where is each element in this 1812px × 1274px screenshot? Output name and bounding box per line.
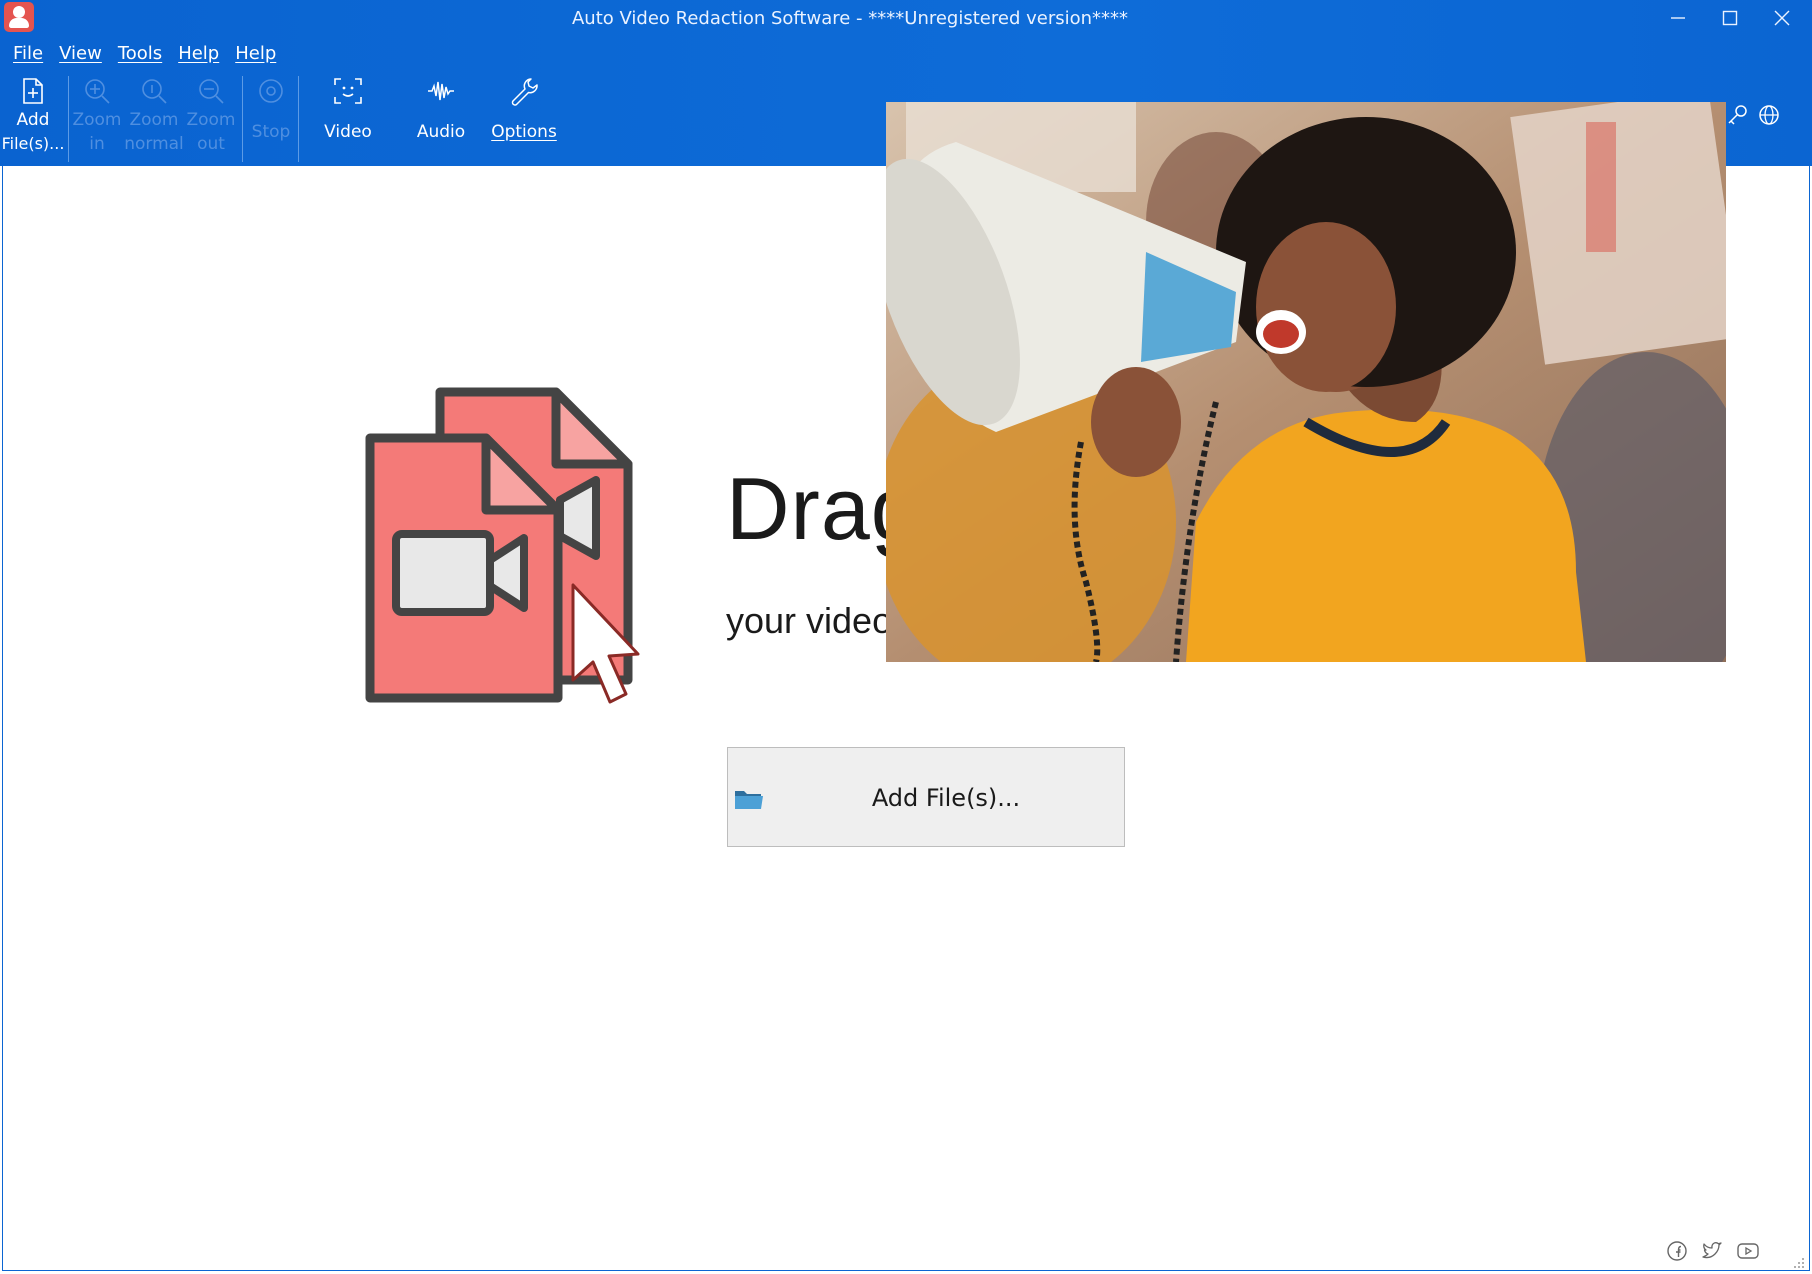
zoom-normal-button[interactable]: Zoom normal bbox=[124, 72, 184, 166]
minimize-button[interactable] bbox=[1652, 0, 1704, 36]
menu-bar: File View Tools Help Help bbox=[8, 40, 287, 68]
wrench-icon bbox=[509, 74, 539, 108]
add-files-label-1: Add bbox=[16, 110, 50, 130]
options-label: Options bbox=[491, 122, 557, 142]
audio-wave-icon bbox=[426, 74, 456, 108]
add-files-button[interactable]: Add File(s)... bbox=[727, 747, 1125, 847]
maximize-icon bbox=[1722, 10, 1738, 26]
close-icon bbox=[1774, 10, 1790, 26]
social-links bbox=[1666, 1240, 1760, 1262]
zoom-in-label-2: in bbox=[89, 134, 105, 154]
drop-subheading: your video bbox=[726, 600, 893, 641]
window-title: Auto Video Redaction Software - ****Unre… bbox=[571, 8, 1129, 29]
audio-label: Audio bbox=[416, 122, 466, 142]
add-files-label-2: File(s)... bbox=[1, 134, 65, 153]
right-tools bbox=[1726, 104, 1780, 126]
stop-label: Stop bbox=[251, 122, 291, 142]
add-file-icon bbox=[18, 74, 48, 108]
toolbar-separator bbox=[242, 76, 243, 162]
add-files-toolbar-button[interactable]: Add File(s)... bbox=[2, 72, 64, 166]
video-button[interactable]: Video bbox=[312, 72, 384, 166]
zoom-out-icon bbox=[196, 74, 226, 108]
key-icon[interactable] bbox=[1726, 104, 1748, 126]
zoom-in-button[interactable]: Zoom in bbox=[70, 72, 124, 166]
zoom-normal-icon bbox=[139, 74, 169, 108]
video-files-drop-icon bbox=[365, 387, 640, 704]
twitter-icon[interactable] bbox=[1700, 1240, 1724, 1262]
face-scan-icon bbox=[333, 74, 363, 108]
minimize-icon bbox=[1671, 17, 1685, 19]
menu-help[interactable]: Help bbox=[173, 40, 224, 68]
zoom-normal-label-2: normal bbox=[124, 134, 184, 154]
toolbar-separator bbox=[68, 76, 69, 162]
menu-view[interactable]: View bbox=[54, 40, 107, 68]
zoom-in-label-1: Zoom bbox=[72, 110, 122, 130]
toolbar-separator bbox=[298, 76, 299, 162]
resize-grip[interactable] bbox=[1792, 1256, 1806, 1270]
close-button[interactable] bbox=[1756, 0, 1808, 36]
zoom-normal-label-1: Zoom bbox=[129, 110, 179, 130]
maximize-button[interactable] bbox=[1704, 0, 1756, 36]
zoom-out-button[interactable]: Zoom out bbox=[184, 72, 238, 166]
stop-button[interactable]: Stop bbox=[246, 72, 296, 166]
menu-file[interactable]: File bbox=[8, 40, 48, 68]
add-files-button-label: Add File(s)... bbox=[871, 784, 1021, 812]
youtube-icon[interactable] bbox=[1736, 1240, 1760, 1262]
options-button[interactable]: Options bbox=[484, 72, 564, 166]
video-label: Video bbox=[324, 122, 372, 142]
facebook-icon[interactable] bbox=[1666, 1240, 1688, 1262]
zoom-out-label-2: out bbox=[197, 134, 225, 154]
globe-icon[interactable] bbox=[1758, 104, 1780, 126]
zoom-in-icon bbox=[82, 74, 112, 108]
audio-button[interactable]: Audio bbox=[404, 72, 478, 166]
zoom-out-label-1: Zoom bbox=[186, 110, 236, 130]
menu-help-2[interactable]: Help bbox=[230, 40, 281, 68]
protest-photo bbox=[886, 102, 1726, 662]
stop-icon bbox=[256, 74, 286, 108]
menu-tools[interactable]: Tools bbox=[113, 40, 167, 68]
